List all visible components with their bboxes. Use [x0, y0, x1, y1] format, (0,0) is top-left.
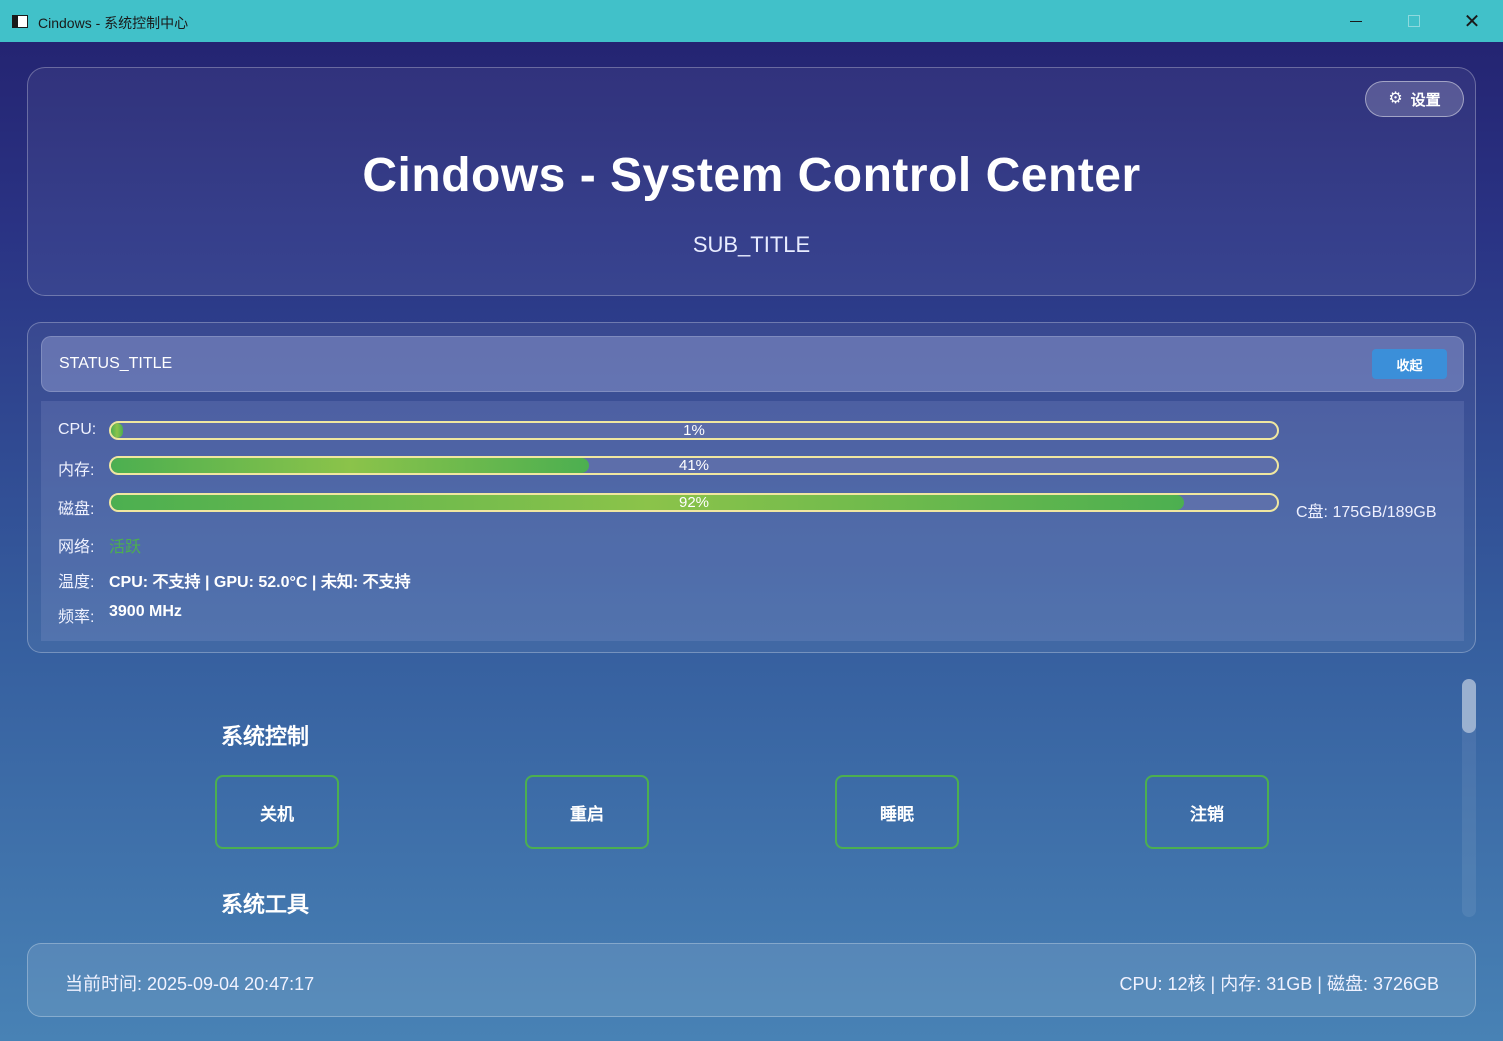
memory-progress-bar: 41%	[109, 456, 1279, 475]
restart-button[interactable]: 重启	[525, 775, 649, 849]
settings-button[interactable]: ⚙ 设置	[1365, 81, 1464, 117]
status-body: CPU: 1% 内存: 41% 磁盘: 92% C盘: 175GB/189GB …	[41, 401, 1464, 641]
cpu-progress-bar: 1%	[109, 421, 1279, 440]
app-window-icon	[12, 15, 28, 28]
scrollbar-thumb[interactable]	[1462, 679, 1476, 733]
page-subtitle: SUB_TITLE	[692, 232, 811, 257]
network-label: 网络:	[58, 539, 95, 556]
memory-progress-text: 41%	[678, 457, 710, 474]
gear-icon: ⚙	[1388, 90, 1403, 107]
memory-label: 内存:	[58, 462, 95, 479]
network-value: 活跃	[109, 539, 142, 556]
disk-progress-bar: 92%	[109, 493, 1279, 512]
status-title: STATUS_TITLE	[59, 355, 173, 372]
content-scrollbar[interactable]	[1462, 679, 1476, 917]
settings-label: 设置	[1410, 91, 1441, 109]
cpu-label: CPU:	[58, 421, 97, 438]
close-button[interactable]: ✕	[1443, 0, 1501, 42]
header-card: ⚙ 设置 Cindows - System Control Center SUB…	[27, 67, 1476, 296]
app-window: Cindows - 系统控制中心 ✕ ⚙ 设置 Cindows - System…	[0, 0, 1503, 1041]
minimize-icon	[1350, 20, 1362, 22]
frequency-value: 3900 MHz	[109, 603, 182, 620]
disk-label: 磁盘:	[58, 501, 95, 518]
status-header: STATUS_TITLE 收起	[41, 336, 1464, 392]
logout-button[interactable]: 注销	[1145, 775, 1269, 849]
system-tools-title: 系统工具	[221, 892, 310, 917]
maximize-icon	[1408, 15, 1420, 27]
maximize-button[interactable]	[1385, 0, 1443, 42]
title-bar[interactable]: Cindows - 系统控制中心 ✕	[0, 0, 1503, 42]
page-title: Cindows - System Control Center	[362, 149, 1141, 202]
frequency-label: 频率:	[58, 609, 95, 626]
shutdown-button[interactable]: 关机	[215, 775, 339, 849]
collapse-button[interactable]: 收起	[1372, 349, 1447, 379]
disk-progress-text: 92%	[678, 494, 710, 511]
temperature-value: CPU: 不支持 | GPU: 52.0°C | 未知: 不支持	[109, 574, 411, 591]
sleep-button[interactable]: 睡眠	[835, 775, 959, 849]
disk-info: C盘: 175GB/189GB	[1296, 504, 1437, 521]
temperature-label: 温度:	[58, 574, 95, 591]
system-specs: CPU: 12核 | 内存: 31GB | 磁盘: 3726GB	[1119, 974, 1439, 994]
minimize-button[interactable]	[1327, 0, 1385, 42]
system-control-title: 系统控制	[221, 724, 310, 749]
current-time: 当前时间: 2025-09-04 20:47:17	[65, 974, 315, 994]
cpu-progress-text: 1%	[683, 422, 705, 439]
status-panel: STATUS_TITLE 收起 CPU: 1% 内存: 41% 磁盘: 92% …	[27, 322, 1476, 653]
close-icon: ✕	[1463, 10, 1481, 33]
footer-bar: 当前时间: 2025-09-04 20:47:17 CPU: 12核 | 内存:…	[27, 943, 1476, 1017]
window-title: Cindows - 系统控制中心	[38, 15, 189, 31]
